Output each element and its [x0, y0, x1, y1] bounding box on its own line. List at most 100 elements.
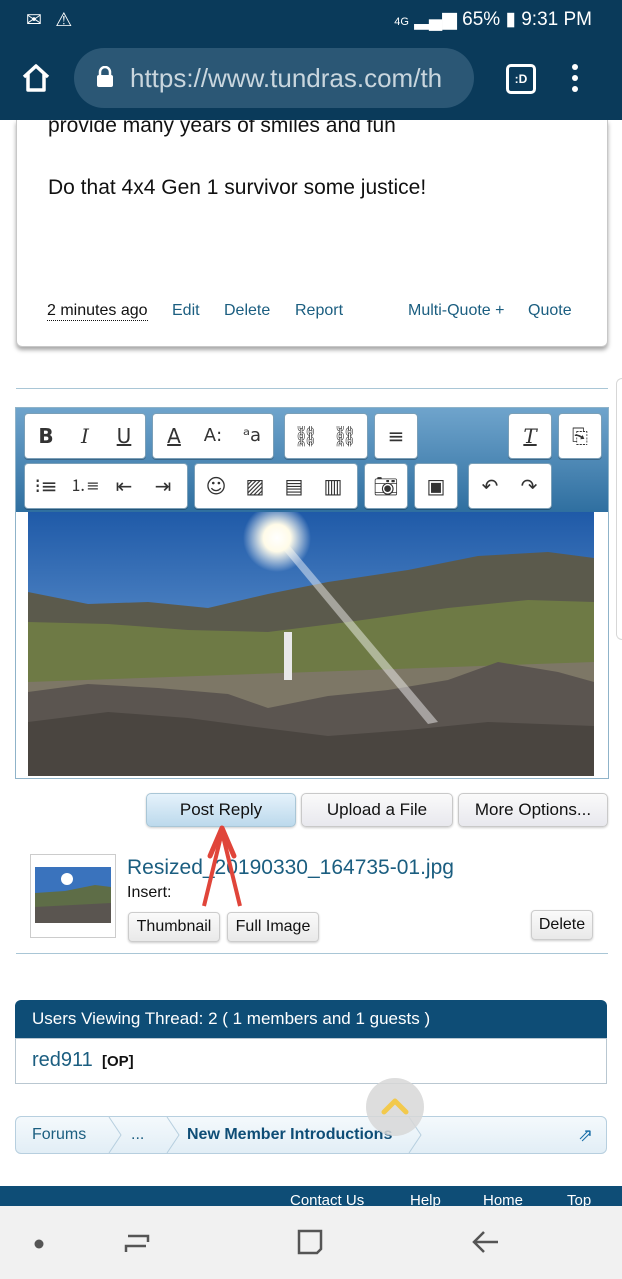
outdent-icon[interactable]: ⇤	[105, 464, 143, 508]
breadcrumb-separator	[166, 1117, 180, 1153]
status-right: 4G ▂▄▆ 65% ▮ 9:31 PM	[394, 8, 592, 31]
link-icon[interactable]: ⛓	[287, 414, 325, 458]
paste-group: ⎘	[558, 413, 602, 459]
attachment-thumbnail[interactable]	[30, 854, 116, 938]
more-options-button[interactable]: More Options...	[458, 793, 608, 827]
external-link-icon[interactable]: ⇗	[578, 1117, 593, 1153]
clear-group: T	[508, 413, 552, 459]
remove-format-icon[interactable]: T	[511, 414, 549, 458]
url-field[interactable]: https://www.tundras.com/th	[74, 48, 474, 108]
unlink-icon[interactable]: ⛓	[326, 414, 364, 458]
quote-link[interactable]: Quote	[528, 302, 572, 320]
dot-icon	[34, 1239, 44, 1249]
font-color-icon[interactable]: A	[155, 414, 193, 458]
users-viewing-list: red911 [OP]	[15, 1038, 607, 1084]
history-group: ↶ ↷	[468, 463, 552, 509]
insert-thumbnail-button[interactable]: Thumbnail	[128, 912, 220, 942]
font-family-icon[interactable]: ᵃa	[233, 414, 271, 458]
network-label: 4G	[394, 16, 409, 28]
indent-icon[interactable]: ⇥	[144, 464, 182, 508]
signal-icon: ▂▄▆	[414, 9, 457, 30]
footer-home[interactable]: Home	[483, 1192, 523, 1206]
paste-icon[interactable]: ⎘	[561, 414, 599, 458]
users-viewing-title: Users Viewing Thread: 2 ( 1 members and …	[32, 1009, 431, 1028]
bold-icon[interactable]: B	[27, 414, 65, 458]
image-icon[interactable]: ▨	[236, 464, 274, 508]
camera-icon[interactable]: 📷︎	[367, 464, 405, 508]
save-group: ▣	[414, 463, 458, 509]
recent-apps-icon[interactable]	[122, 1230, 152, 1258]
lock-icon	[97, 66, 113, 87]
multi-quote-link[interactable]: Multi-Quote +	[408, 302, 504, 320]
menu-icon[interactable]	[572, 64, 578, 97]
italic-icon[interactable]: I	[66, 414, 104, 458]
side-panel-edge	[616, 378, 622, 640]
breadcrumb-current[interactable]: New Member Introductions	[187, 1117, 392, 1153]
bullet-list-icon[interactable]: ⁝≡	[27, 464, 65, 508]
attachment-image	[35, 867, 111, 923]
footer-contact[interactable]: Contact Us	[290, 1192, 364, 1206]
breadcrumb-forums[interactable]: Forums	[32, 1117, 86, 1153]
smiley-icon[interactable]: ☺	[197, 464, 235, 508]
align-group: ≡	[374, 413, 418, 459]
insert-label: Insert:	[127, 884, 172, 901]
chevron-up-icon	[381, 1098, 409, 1115]
browser-toolbar: https://www.tundras.com/th :D	[0, 40, 622, 120]
status-bar: ✉ ⚠ 4G ▂▄▆ 65% ▮ 9:31 PM	[0, 0, 622, 40]
insert-full-image-button[interactable]: Full Image	[227, 912, 319, 942]
notification-icons: ✉ ⚠	[26, 9, 72, 32]
footer-top[interactable]: Top	[567, 1192, 591, 1206]
redo-icon[interactable]: ↷	[510, 464, 548, 508]
camera-group: 📷︎	[364, 463, 408, 509]
attachment-filename[interactable]: Resized_20190330_164735-01.jpg	[127, 856, 454, 880]
upload-file-button[interactable]: Upload a File	[301, 793, 453, 827]
insert-group: ☺ ▨ ▤ ▥	[194, 463, 358, 509]
delete-link[interactable]: Delete	[224, 302, 270, 320]
home-icon[interactable]	[20, 62, 52, 94]
post-card: provide many years of smiles and fun Do …	[16, 120, 608, 347]
media-icon[interactable]: ▤	[275, 464, 313, 508]
annotation-arrow	[202, 825, 242, 907]
time-label: 9:31 PM	[521, 9, 592, 30]
warning-icon: ⚠	[55, 10, 73, 31]
home-nav-icon[interactable]	[296, 1228, 324, 1256]
delete-attachment-button[interactable]: Delete	[531, 910, 593, 940]
battery-icon: ▮	[505, 9, 516, 30]
inserted-photo[interactable]	[28, 512, 594, 776]
breadcrumb-separator	[108, 1117, 122, 1153]
font-size-icon[interactable]: A꞉	[194, 414, 232, 458]
code-icon[interactable]: ▥	[314, 464, 352, 508]
tab-switcher-button[interactable]: :D	[506, 64, 536, 94]
url-text: https://www.tundras.com/th	[130, 63, 443, 93]
link-group: ⛓ ⛓	[284, 413, 368, 459]
reply-editor[interactable]: B I U A A꞉ ᵃa ⛓ ⛓ ≡ T ⎘ ⁝≡ ⒈≡ ⇤ ⇥ ☺ ▨ ▤ …	[15, 407, 609, 779]
post-text-line: provide many years of smiles and fun	[48, 120, 396, 137]
scroll-top-button[interactable]	[366, 1078, 424, 1136]
format-group: B I U	[24, 413, 146, 459]
footer-help[interactable]: Help	[410, 1192, 441, 1206]
align-icon[interactable]: ≡	[377, 414, 415, 458]
battery-label: 65%	[462, 9, 501, 30]
edit-link[interactable]: Edit	[172, 302, 200, 320]
system-nav-bar	[0, 1206, 622, 1279]
numbered-list-icon[interactable]: ⒈≡	[66, 464, 104, 508]
op-badge: [OP]	[102, 1053, 134, 1070]
back-icon[interactable]	[470, 1228, 500, 1256]
font-group: A A꞉ ᵃa	[152, 413, 274, 459]
undo-icon[interactable]: ↶	[471, 464, 509, 508]
breadcrumb-ellipsis[interactable]: ...	[131, 1117, 144, 1153]
users-viewing-header: Users Viewing Thread: 2 ( 1 members and …	[15, 1000, 607, 1038]
editor-toolbar: B I U A A꞉ ᵃa ⛓ ⛓ ≡ T ⎘ ⁝≡ ⒈≡ ⇤ ⇥ ☺ ▨ ▤ …	[16, 408, 608, 512]
save-icon[interactable]: ▣	[417, 464, 455, 508]
page-content: provide many years of smiles and fun Do …	[0, 120, 622, 1206]
list-group: ⁝≡ ⒈≡ ⇤ ⇥	[24, 463, 188, 509]
underline-icon[interactable]: U	[105, 414, 143, 458]
divider	[16, 388, 608, 389]
divider	[16, 953, 608, 954]
mail-icon: ✉	[26, 10, 42, 31]
post-time[interactable]: 2 minutes ago	[47, 302, 148, 321]
report-link[interactable]: Report	[295, 302, 343, 320]
post-text-line: Do that 4x4 Gen 1 survivor some justice!	[48, 176, 427, 199]
user-link[interactable]: red911	[32, 1049, 93, 1072]
footer-bar: Contact Us Help Home Top	[0, 1186, 622, 1206]
